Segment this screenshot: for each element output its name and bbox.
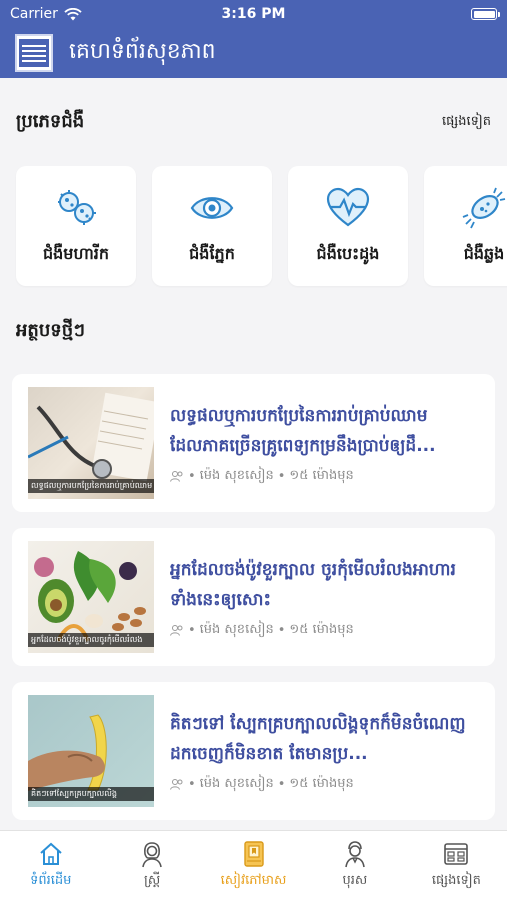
carrier-label: Carrier — [10, 6, 58, 22]
tab-label: ស្ត្រី — [143, 873, 161, 888]
meta-dot: • — [277, 468, 286, 484]
app-logo — [15, 34, 53, 72]
heart-pulse-icon — [326, 187, 370, 227]
tab-label: បុរស — [342, 873, 368, 888]
woman-icon — [142, 842, 162, 868]
category-label: ជំងឺភ្នែក — [189, 244, 235, 263]
article-meta: • ម៉េង សុខសៀន • ១៥ ម៉ោងមុន — [170, 621, 479, 640]
article-thumbnail: គិតៗទៅស្បែកគ្របក្បាលលិង្គ — [28, 695, 154, 807]
article-time: ១៥ ម៉ោងមុន — [289, 621, 354, 637]
article-card[interactable]: អ្នកដែលចង់ប៉ូវខួរក្បាលចូរកុំមើលរំលង អ្នក… — [12, 528, 495, 666]
more-icon — [444, 843, 469, 865]
article-thumbnail: អ្នកដែលចង់ប៉ូវខួរក្បាលចូរកុំមើលរំលង — [28, 541, 154, 653]
tab-women[interactable]: ស្ត្រី — [101, 831, 202, 900]
see-more-link[interactable]: ផ្សេងទៀត — [442, 113, 491, 132]
category-label: ជំងឺមហារីក — [42, 244, 109, 263]
tab-label: ទំព័រដើម — [30, 873, 72, 888]
articles-header: អត្ថបទថ្មីៗ — [0, 288, 507, 374]
man-icon — [345, 841, 365, 868]
article-author: ម៉េង សុខសៀន — [199, 467, 274, 483]
category-card-heart[interactable]: ជំងឺបេះដូង — [288, 166, 408, 286]
article-author: ម៉េង សុខសៀន — [199, 775, 274, 791]
bacteria-icon — [462, 187, 506, 229]
meta-dot: • — [277, 622, 286, 638]
virus-icon — [58, 190, 96, 225]
category-label: ជំងឺបេះដូង — [316, 244, 380, 263]
tab-more[interactable]: ផ្សេងទៀត — [406, 831, 507, 900]
article-body: គិតៗទៅ ស្បែកគ្របក្បាលលិង្គទុកក៏មិនចំណេញ … — [170, 709, 479, 794]
status-time: 3:16 PM — [221, 6, 286, 22]
categories-header: ប្រភេទជំងឺ ផ្សេងទៀត — [0, 78, 507, 166]
article-title: គិតៗទៅ ស្បែកគ្របក្បាលលិង្គទុកក៏មិនចំណេញ … — [170, 713, 466, 764]
page-title: គេហទំព័រសុខភាព — [69, 39, 216, 64]
article-body: លទ្ធផលឬការបកប្រែនៃការរាប់គ្រាប់ឈាមដែលភាគ… — [170, 401, 479, 486]
tab-label: សៀវភៅមាស — [220, 873, 287, 888]
category-label: ជំងឺឆ្លង — [463, 244, 505, 263]
thumbnail-caption: គិតៗទៅស្បែកគ្របក្បាលលិង្គ — [28, 787, 154, 801]
golden-book-icon — [243, 841, 264, 867]
thumbnail-caption: លទ្ធផលឬការបកប្រែនៃការរាប់គ្រាប់ឈាម — [28, 479, 154, 493]
meta-dot: • — [277, 776, 286, 792]
logo-mark — [19, 39, 49, 67]
tab-home[interactable]: ទំព័រដើម — [0, 831, 101, 900]
status-bar: Carrier 3:16 PM — [0, 0, 507, 28]
author-icon — [170, 779, 183, 790]
status-left: Carrier — [10, 6, 82, 22]
categories-carousel[interactable]: ជំងឺមហារីក ជំងឺភ្នែក ជំងឺបេះដូង ជំងឺឆ្លង — [0, 166, 507, 288]
article-time: ១៥ ម៉ោងមុន — [289, 775, 354, 791]
tab-label: ផ្សេងទៀត — [431, 873, 481, 888]
article-time: ១៥ ម៉ោងមុន — [289, 467, 354, 483]
articles-title: អត្ថបទថ្មីៗ — [16, 319, 85, 341]
tab-men[interactable]: បុរស — [304, 831, 405, 900]
article-title: លទ្ធផលឬការបកប្រែនៃការរាប់គ្រាប់ឈាមដែលភាគ… — [170, 405, 436, 456]
app-header: គេហទំព័រសុខភាព — [0, 28, 507, 78]
article-thumbnail: លទ្ធផលឬការបកប្រែនៃការរាប់គ្រាប់ឈាម — [28, 387, 154, 499]
category-card-cancer[interactable]: ជំងឺមហារីក — [16, 166, 136, 286]
article-card[interactable]: លទ្ធផលឬការបកប្រែនៃការរាប់គ្រាប់ឈាម លទ្ធផ… — [12, 374, 495, 512]
wifi-icon — [64, 7, 82, 20]
articles-list: លទ្ធផលឬការបកប្រែនៃការរាប់គ្រាប់ឈាម លទ្ធផ… — [0, 374, 507, 820]
meta-dot: • — [188, 776, 196, 792]
article-card[interactable]: គិតៗទៅស្បែកគ្របក្បាលលិង្គ គិតៗទៅ ស្បែកគ្… — [12, 682, 495, 820]
author-icon — [170, 625, 183, 636]
tab-golden-book[interactable]: សៀវភៅមាស — [203, 831, 304, 900]
article-author: ម៉េង សុខសៀន — [199, 621, 274, 637]
category-card-eye[interactable]: ជំងឺភ្នែក — [152, 166, 272, 286]
eye-icon — [190, 197, 234, 219]
battery-icon — [471, 8, 500, 20]
categories-title: ប្រភេទជំងឺ — [16, 110, 85, 132]
thumbnail-caption: អ្នកដែលចង់ប៉ូវខួរក្បាលចូរកុំមើលរំលង — [28, 633, 154, 647]
bottom-tab-bar: ទំព័រដើម ស្ត្រី សៀវភៅមាស បុរស ផ្សេងទៀត — [0, 830, 507, 900]
author-icon — [170, 471, 183, 482]
article-body: អ្នកដែលចង់ប៉ូវខួរក្បាល ចូរកុំមើលរំលងអាហា… — [170, 555, 479, 640]
home-icon — [40, 842, 62, 865]
meta-dot: • — [188, 468, 196, 484]
category-card-infection[interactable]: ជំងឺឆ្លង — [424, 166, 507, 286]
article-meta: • ម៉េង សុខសៀន • ១៥ ម៉ោងមុន — [170, 775, 479, 794]
meta-dot: • — [188, 622, 196, 638]
article-meta: • ម៉េង សុខសៀន • ១៥ ម៉ោងមុន — [170, 467, 479, 486]
article-title: អ្នកដែលចង់ប៉ូវខួរក្បាល ចូរកុំមើលរំលងអាហា… — [170, 559, 456, 610]
